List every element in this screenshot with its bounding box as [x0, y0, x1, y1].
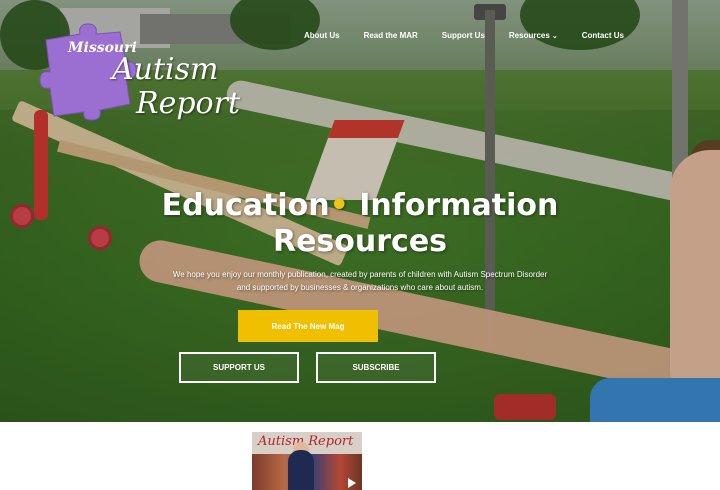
nav-read-the-mar[interactable]: Read the MAR	[360, 31, 422, 40]
thumbnail-person	[288, 450, 314, 490]
magazine-video-thumbnail[interactable]: Autism Report	[252, 432, 362, 490]
read-new-mag-button[interactable]: Read The New Mag	[238, 310, 378, 342]
headline-line-1: Education• Information	[0, 188, 720, 224]
hero-subtext-line-2: and supported by businesses & organizati…	[236, 283, 484, 292]
nav-resources-label: Resources	[508, 31, 550, 40]
nav-contact-us[interactable]: Contact Us	[578, 31, 628, 40]
logo-text-report: Report	[136, 86, 241, 121]
subscribe-button[interactable]: SUBSCRIBE	[316, 352, 436, 383]
headline-resources: Resources	[272, 224, 448, 259]
nav-resources[interactable]: Resources ⌄	[505, 31, 562, 40]
support-us-button[interactable]: SUPPORT US	[179, 352, 299, 383]
headline-education: Education	[161, 188, 330, 223]
hero-headline: Education• Information Resources	[0, 188, 720, 260]
hero-section: Missouri Autism Report About Us Read the…	[0, 0, 720, 422]
play-icon[interactable]	[348, 478, 356, 488]
headline-information: Information	[348, 188, 559, 223]
site-logo[interactable]: Missouri Autism Report	[28, 22, 241, 132]
logo-text-autism: Autism	[112, 52, 219, 87]
hero-subtext-line-1: We hope you enjoy our monthly publicatio…	[172, 270, 548, 279]
chevron-down-icon: ⌄	[551, 33, 558, 40]
nav-support-us[interactable]: Support Us	[438, 31, 489, 40]
nav-about-us[interactable]: About Us	[300, 31, 344, 40]
main-navigation: About Us Read the MAR Support Us Resourc…	[300, 31, 644, 40]
hero-subtext: We hope you enjoy our monthly publicatio…	[0, 268, 720, 294]
headline-dot: •	[329, 188, 349, 223]
